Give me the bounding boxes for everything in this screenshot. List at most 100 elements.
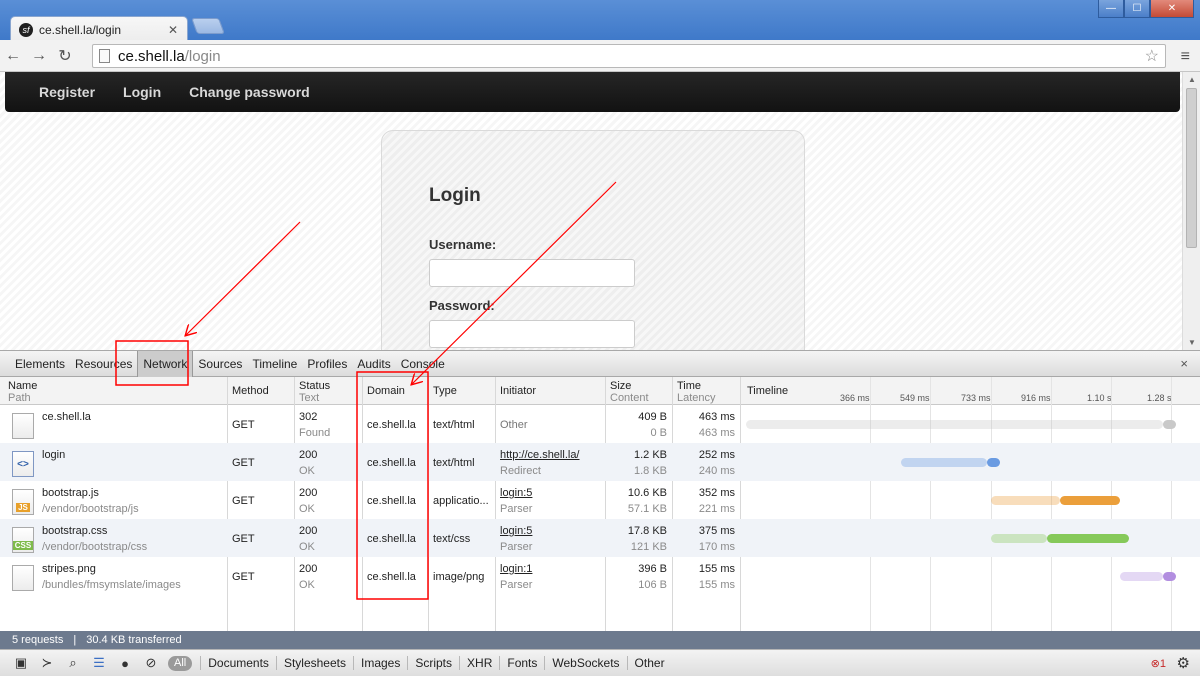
browser-tab[interactable]: sf ce.shell.la/login ✕ [10,16,188,42]
settings-gear-icon[interactable]: ⚙ [1177,654,1190,672]
maximize-button[interactable]: ☐ [1124,0,1150,18]
tab-sources[interactable]: Sources [193,351,247,377]
tab-console[interactable]: Console [396,351,450,377]
timeline-bar-waiting[interactable] [991,496,1060,505]
nav-login[interactable]: Login [123,84,161,100]
request-size: 17.8 KB 121 KB [627,525,667,553]
timeline-bar-receiving[interactable] [1163,420,1176,429]
filter-other[interactable]: Other [626,656,672,670]
timeline-bar-waiting[interactable] [991,534,1047,543]
devtools-close-icon[interactable]: × [1180,356,1188,371]
filter-documents[interactable]: Documents [200,656,276,670]
request-type: applicatio... [433,495,489,507]
tab-audits[interactable]: Audits [352,351,395,377]
tab-network[interactable]: Network [137,350,194,377]
filter-all[interactable]: All [168,655,193,671]
request-time: 155 ms 155 ms [698,563,735,591]
filter-stylesheets[interactable]: Stylesheets [275,656,353,670]
request-status: 200 OK [299,563,318,591]
devtools-panel: Elements Resources Network Sources Timel… [0,350,1200,676]
request-method: GET [232,571,255,583]
large-rows-icon[interactable]: ☰ [86,655,112,671]
search-icon[interactable]: ⌕ [60,655,86,671]
reload-button[interactable]: ↻ [52,46,78,66]
forward-button[interactable]: → [26,47,52,65]
col-status-header[interactable]: Status Text [299,380,330,404]
table-row[interactable]: <> login GET 200 OK ce.shell.la text/html… [0,443,1200,481]
image-file-icon [12,565,34,591]
col-time-header[interactable]: Time Latency [677,380,716,404]
tab-profiles[interactable]: Profiles [302,351,352,377]
table-row[interactable]: stripes.png/bundles/fmsymslate/images GE… [0,557,1200,595]
close-window-button[interactable]: ✕ [1150,0,1194,18]
nav-register[interactable]: Register [39,84,95,100]
timeline-bar-receiving[interactable] [1163,572,1176,581]
css-file-icon: CSS [12,527,34,553]
address-bar[interactable]: ce.shell.la/login ☆ [92,44,1166,68]
timeline-bar-waiting[interactable] [1120,572,1164,581]
col-type-header[interactable]: Type [433,385,457,397]
col-name-header[interactable]: Name Path [8,380,37,404]
page-scrollbar[interactable]: ▲ ▼ [1182,72,1200,350]
request-initiator[interactable]: http://ce.shell.la/Redirect [500,447,580,479]
timeline-tick: 549 ms [900,393,930,403]
nav-change-password[interactable]: Change password [189,84,310,100]
record-icon[interactable]: ● [112,656,138,671]
back-button[interactable]: ← [0,47,26,65]
request-initiator[interactable]: login:5 Parser [500,485,532,517]
request-initiator[interactable]: login:1 Parser [500,561,532,593]
request-size: 396 B 106 B [638,563,667,591]
tab-timeline[interactable]: Timeline [247,351,302,377]
request-status: 200 OK [299,525,318,553]
error-icon: ⊗ [1150,657,1160,670]
filter-fonts[interactable]: Fonts [499,656,544,670]
clear-icon[interactable]: ⊘ [138,655,164,671]
tab-title: ce.shell.la/login [39,22,122,37]
filter-images[interactable]: Images [352,656,407,670]
tab-resources[interactable]: Resources [70,351,137,377]
page-icon [99,49,110,63]
scrollbar-thumb[interactable] [1186,88,1197,248]
scroll-up-icon[interactable]: ▲ [1188,75,1196,84]
request-initiator[interactable]: login:5 Parser [500,523,532,555]
filter-websockets[interactable]: WebSockets [544,656,626,670]
col-method-header[interactable]: Method [232,385,269,397]
chrome-menu-icon[interactable]: ≡ [1181,48,1190,66]
new-tab-button[interactable] [191,18,225,34]
error-counter[interactable]: ⊗1 [1151,657,1166,670]
site-navbar: Register Login Change password [5,72,1180,112]
bookmark-star-icon[interactable]: ☆ [1145,46,1159,66]
devtools-tabbar: Elements Resources Network Sources Timel… [0,350,1200,377]
scroll-down-icon[interactable]: ▼ [1188,338,1196,347]
request-time: 352 ms 221 ms [698,487,735,515]
username-input[interactable] [429,259,635,287]
request-name: login [42,449,66,461]
col-domain-header[interactable]: Domain [367,385,405,397]
timeline-bar-receiving[interactable] [1047,534,1129,543]
col-size-header[interactable]: Size Content [610,380,649,404]
error-count: 1 [1159,657,1166,670]
symfony-favicon-icon: sf [19,22,33,37]
filter-scripts[interactable]: Scripts [407,656,459,670]
minimize-button[interactable]: — [1098,0,1124,18]
request-type: text/html [433,419,475,431]
timeline-bar-waiting[interactable] [900,458,987,467]
request-domain: ce.shell.la [367,533,416,545]
timeline-tick: 366 ms [840,393,870,403]
timeline-bar-receiving[interactable] [1059,496,1121,505]
tab-elements[interactable]: Elements [10,351,70,377]
dock-icon[interactable]: ▣ [8,655,34,671]
request-type: text/css [433,533,471,545]
col-initiator-header[interactable]: Initiator [500,385,536,397]
tab-close-icon[interactable]: ✕ [167,23,179,37]
col-timeline-header[interactable]: Timeline [747,385,788,397]
request-initiator: Other [500,419,528,431]
request-type: text/html [433,457,475,469]
timeline-bar-receiving[interactable] [986,458,1000,467]
timeline-bar-waiting[interactable] [746,420,1164,429]
console-drawer-icon[interactable]: ≻ [34,655,60,671]
password-input[interactable] [429,320,635,348]
url-path: /login [184,47,221,65]
js-file-icon: JS [12,489,34,515]
filter-xhr[interactable]: XHR [459,656,499,670]
